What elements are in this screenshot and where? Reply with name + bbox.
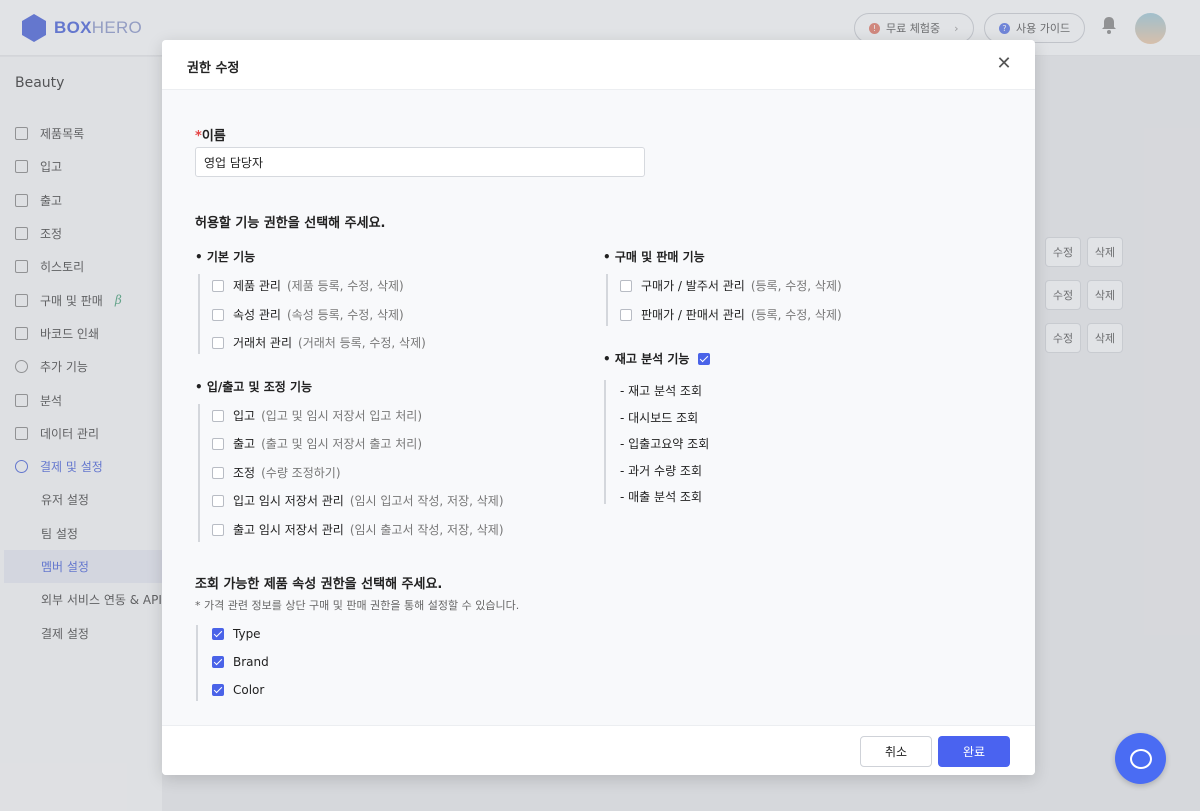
group-basic-title: • 기본 기능: [195, 250, 256, 264]
checkbox[interactable]: [620, 279, 632, 292]
checkbox[interactable]: [212, 308, 224, 321]
checkbox-checked[interactable]: [698, 352, 711, 365]
group-inout-title: • 입/출고 및 조정 기능: [195, 380, 313, 394]
option-product-manage[interactable]: 제품 관리 (제품 등록, 수정, 삭제): [212, 277, 404, 294]
option-sales-manage[interactable]: 판매가 / 판매서 관리 (등록, 수정, 삭제): [620, 306, 842, 323]
cancel-button[interactable]: 취소: [860, 736, 932, 767]
checkbox-checked[interactable]: [212, 628, 224, 640]
option-partner-manage[interactable]: 거래처 관리 (거래처 등록, 수정, 삭제): [212, 334, 426, 351]
group-divider: [198, 404, 200, 542]
attribute-permission-title: 조회 가능한 제품 속성 권한을 선택해 주세요.: [195, 577, 443, 592]
option-stock-out[interactable]: 출고 (출고 및 임시 저장서 출고 처리): [212, 435, 422, 452]
analysis-item: - 과거 수량 조회: [620, 464, 703, 478]
analysis-item: - 매출 분석 조회: [620, 490, 703, 504]
checkbox-checked[interactable]: [212, 684, 224, 696]
option-stock-in-draft[interactable]: 입고 임시 저장서 관리 (임시 입고서 작성, 저장, 삭제): [212, 492, 504, 509]
chat-support-button[interactable]: [1115, 733, 1166, 784]
edit-permission-modal: 권한 수정 ✕ *이름 허용할 기능 권한을 선택해 주세요. • 기본 기능 …: [162, 40, 1035, 775]
checkbox[interactable]: [620, 308, 632, 321]
name-label: *이름: [195, 129, 226, 144]
analysis-item: - 입출고요약 조회: [620, 437, 710, 451]
modal-footer: 취소 완료: [162, 725, 1035, 775]
attribute-type[interactable]: Type: [212, 627, 261, 641]
group-purchase-title: • 구매 및 판매 기능: [603, 250, 705, 264]
analysis-item: - 재고 분석 조회: [620, 384, 703, 398]
chat-icon: [1129, 748, 1152, 769]
close-icon[interactable]: ✕: [995, 55, 1013, 73]
feature-permission-title: 허용할 기능 권한을 선택해 주세요.: [195, 216, 386, 231]
checkbox[interactable]: [212, 409, 224, 422]
group-divider: [604, 380, 606, 504]
checkbox[interactable]: [212, 466, 224, 479]
option-stock-in[interactable]: 입고 (입고 및 임시 저장서 입고 처리): [212, 407, 422, 424]
group-divider: [606, 274, 608, 326]
analysis-item: - 대시보드 조회: [620, 411, 699, 425]
option-stock-analysis[interactable]: • 재고 분석 기능: [603, 350, 711, 367]
group-divider: [196, 625, 198, 701]
option-adjust[interactable]: 조정 (수량 조정하기): [212, 464, 341, 481]
name-input[interactable]: [195, 147, 645, 177]
checkbox-checked[interactable]: [212, 656, 224, 668]
option-purchase-manage[interactable]: 구매가 / 발주서 관리 (등록, 수정, 삭제): [620, 277, 842, 294]
modal-header: 권한 수정 ✕: [162, 40, 1035, 90]
confirm-button[interactable]: 완료: [938, 736, 1010, 767]
group-divider: [198, 274, 200, 354]
checkbox[interactable]: [212, 523, 224, 536]
checkbox[interactable]: [212, 279, 224, 292]
option-stock-out-draft[interactable]: 출고 임시 저장서 관리 (임시 출고서 작성, 저장, 삭제): [212, 521, 504, 538]
checkbox[interactable]: [212, 494, 224, 507]
attribute-brand[interactable]: Brand: [212, 655, 269, 669]
group-analysis-title: • 재고 분석 기능: [603, 352, 690, 366]
required-mark: *: [195, 129, 202, 144]
checkbox[interactable]: [212, 437, 224, 450]
modal-title: 권한 수정: [187, 61, 240, 76]
attribute-permission-note: * 가격 관련 정보를 상단 구매 및 판매 권한을 통해 설정할 수 있습니다…: [195, 599, 520, 612]
checkbox[interactable]: [212, 336, 224, 349]
attribute-color[interactable]: Color: [212, 683, 264, 697]
option-attribute-manage[interactable]: 속성 관리 (속성 등록, 수정, 삭제): [212, 306, 404, 323]
